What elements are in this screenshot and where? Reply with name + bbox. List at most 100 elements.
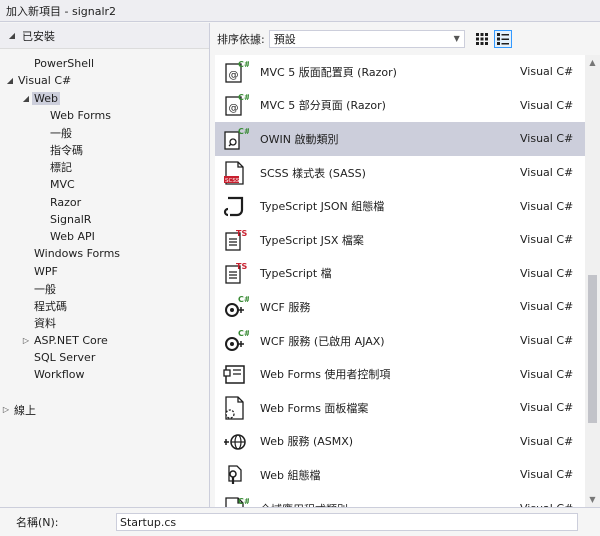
template-name: TypeScript 檔 bbox=[260, 267, 332, 281]
name-input[interactable]: Startup.cs bbox=[116, 513, 578, 531]
svg-text:C#: C# bbox=[238, 497, 249, 506]
category-tree: PowerShell ◢ Visual C# ◢ Web Web Forms 一般 指令碼 標記… bbox=[0, 49, 209, 418]
scss-file-icon: SCSS bbox=[221, 159, 249, 187]
template-name: WCF 服務 (已啟用 AJAX) bbox=[260, 334, 385, 348]
template-name: SCSS 樣式表 (SASS) bbox=[260, 166, 366, 180]
grid-view-button[interactable] bbox=[473, 30, 491, 48]
tree-item[interactable]: ▷ ASP.NET Core bbox=[0, 332, 209, 349]
tree-item-label: MVC bbox=[50, 178, 75, 192]
svg-text:C#: C# bbox=[238, 329, 249, 338]
tree-item[interactable]: ◢ Visual C# bbox=[0, 72, 209, 89]
expanded-triangle-icon[interactable]: ◢ bbox=[4, 76, 16, 85]
template-name: WCF 服務 bbox=[260, 300, 311, 314]
tree-item-label: WPF bbox=[34, 264, 58, 278]
template-row[interactable]: SCSS SCSS 樣式表 (SASS) Visual C# bbox=[215, 156, 585, 190]
tree-item[interactable]: Web Forms bbox=[0, 107, 209, 124]
template-row[interactable]: @C# MVC 5 部分頁面 (Razor) Visual C# bbox=[215, 89, 585, 123]
template-row[interactable]: C# OWIN 啟動類別 Visual C# bbox=[215, 122, 585, 156]
tree-item[interactable]: ◢ Web bbox=[0, 90, 209, 107]
template-row[interactable]: @C# MVC 5 版面配置頁 (Razor) Visual C# bbox=[215, 55, 585, 89]
sort-label: 排序依據: bbox=[217, 33, 265, 46]
razor-partial-icon: @C# bbox=[221, 91, 249, 119]
tree-item-label: Web API bbox=[50, 230, 95, 244]
template-language: Visual C# bbox=[520, 266, 574, 280]
template-row[interactable]: TypeScript JSON 組態檔 Visual C# bbox=[215, 189, 585, 223]
svg-text:C#: C# bbox=[238, 295, 249, 304]
svg-text:C#: C# bbox=[238, 60, 249, 69]
scroll-down-arrow-icon[interactable]: ▼ bbox=[585, 492, 600, 507]
tree-item[interactable]: Razor bbox=[0, 193, 209, 210]
collapsed-triangle-icon[interactable]: ▷ bbox=[20, 336, 32, 345]
expanded-triangle-icon[interactable]: ◢ bbox=[6, 31, 18, 40]
template-name: Web 組態檔 bbox=[260, 468, 321, 482]
tree-item-label: SignalR bbox=[50, 212, 92, 226]
tree-item-label: Razor bbox=[50, 195, 82, 209]
expanded-triangle-icon[interactable]: ◢ bbox=[20, 94, 32, 103]
template-language: Visual C# bbox=[520, 132, 574, 146]
tree-item-label: ASP.NET Core bbox=[34, 333, 108, 347]
tree-item[interactable]: PowerShell bbox=[0, 55, 209, 72]
collapsed-triangle-icon[interactable]: ▷ bbox=[0, 405, 12, 414]
template-language: Visual C# bbox=[520, 434, 574, 448]
tree-item[interactable]: Workflow bbox=[0, 366, 209, 383]
tree-item[interactable]: 一般 bbox=[0, 124, 209, 141]
tree-item[interactable]: 標記 bbox=[0, 159, 209, 176]
template-row[interactable]: Web Forms 使用者控制項 Visual C# bbox=[215, 357, 585, 391]
template-row[interactable]: TS TypeScript 檔 Visual C# bbox=[215, 257, 585, 291]
tree-item[interactable]: 指令碼 bbox=[0, 141, 209, 158]
global-class-icon: C# bbox=[221, 495, 249, 507]
template-row[interactable]: C#全域應用程式類別Visual C# bbox=[215, 492, 585, 507]
tree-item-label: Windows Forms bbox=[34, 247, 121, 261]
tree-item[interactable]: MVC bbox=[0, 176, 209, 193]
tree-item[interactable]: 資料 bbox=[0, 314, 209, 331]
template-row[interactable]: Web Forms 面板檔案 Visual C# bbox=[215, 391, 585, 425]
ts-file-icon: TS bbox=[221, 226, 249, 254]
tree-item-label: 標記 bbox=[50, 161, 72, 175]
name-label: 名稱(N): bbox=[16, 516, 59, 529]
template-row[interactable]: TS TypeScript JSX 檔案 Visual C# bbox=[215, 223, 585, 257]
json-config-icon bbox=[221, 192, 249, 220]
razor-layout-icon: @C# bbox=[221, 58, 249, 86]
template-row[interactable]: C# WCF 服務 (已啟用 AJAX) Visual C# bbox=[215, 324, 585, 358]
tree-item-label: 線上 bbox=[14, 403, 36, 417]
template-name: MVC 5 版面配置頁 (Razor) bbox=[260, 65, 397, 79]
tree-item-label: SQL Server bbox=[34, 351, 96, 365]
skin-file-icon bbox=[221, 394, 249, 422]
web-config-icon bbox=[221, 461, 249, 489]
tree-item[interactable]: 一般 bbox=[0, 280, 209, 297]
template-row[interactable]: Web 服務 (ASMX) Visual C# bbox=[215, 425, 585, 459]
sort-dropdown[interactable]: 預設 ▼ bbox=[268, 30, 465, 48]
template-row[interactable]: C# WCF 服務 Visual C# bbox=[215, 290, 585, 324]
tree-item-label: 資料 bbox=[34, 317, 56, 331]
tree-item[interactable]: SQL Server bbox=[0, 349, 209, 366]
template-list-scrollbar[interactable]: ▲ ▼ bbox=[585, 55, 600, 507]
tree-item[interactable]: 程式碼 bbox=[0, 297, 209, 314]
svg-text:C#: C# bbox=[238, 93, 249, 102]
svg-text:@: @ bbox=[229, 70, 239, 81]
tree-item-label: PowerShell bbox=[34, 57, 95, 71]
scroll-up-arrow-icon[interactable]: ▲ bbox=[585, 55, 600, 70]
svg-text:@: @ bbox=[229, 103, 239, 114]
template-row[interactable]: Web 組態檔 Visual C# bbox=[215, 458, 585, 492]
scroll-thumb[interactable] bbox=[588, 275, 597, 423]
svg-text:SCSS: SCSS bbox=[225, 178, 240, 184]
tree-item[interactable]: WPF bbox=[0, 263, 209, 280]
wcf-service-icon: C# bbox=[221, 293, 249, 321]
grid-view-icon bbox=[475, 33, 488, 45]
wcf-service-icon: C# bbox=[221, 327, 249, 355]
template-language: Visual C# bbox=[520, 199, 574, 213]
name-input-value: Startup.cs bbox=[120, 515, 177, 529]
tree-item[interactable]: Windows Forms bbox=[0, 245, 209, 262]
tree-item[interactable]: ▷ 線上 bbox=[0, 401, 209, 418]
template-name: TypeScript JSX 檔案 bbox=[260, 233, 364, 247]
svg-text:TS: TS bbox=[236, 262, 247, 271]
sort-value: 預設 bbox=[273, 33, 296, 46]
tree-item[interactable]: Web API bbox=[0, 228, 209, 245]
tree-item-label: Visual C# bbox=[18, 74, 72, 88]
tree-item[interactable]: SignalR bbox=[0, 211, 209, 228]
tree-item-label: 程式碼 bbox=[34, 299, 67, 313]
list-view-icon bbox=[496, 33, 509, 45]
list-view-button[interactable] bbox=[493, 30, 512, 48]
installed-header[interactable]: ◢ 已安裝 bbox=[0, 23, 209, 49]
tree-item-label: Workflow bbox=[34, 368, 85, 382]
